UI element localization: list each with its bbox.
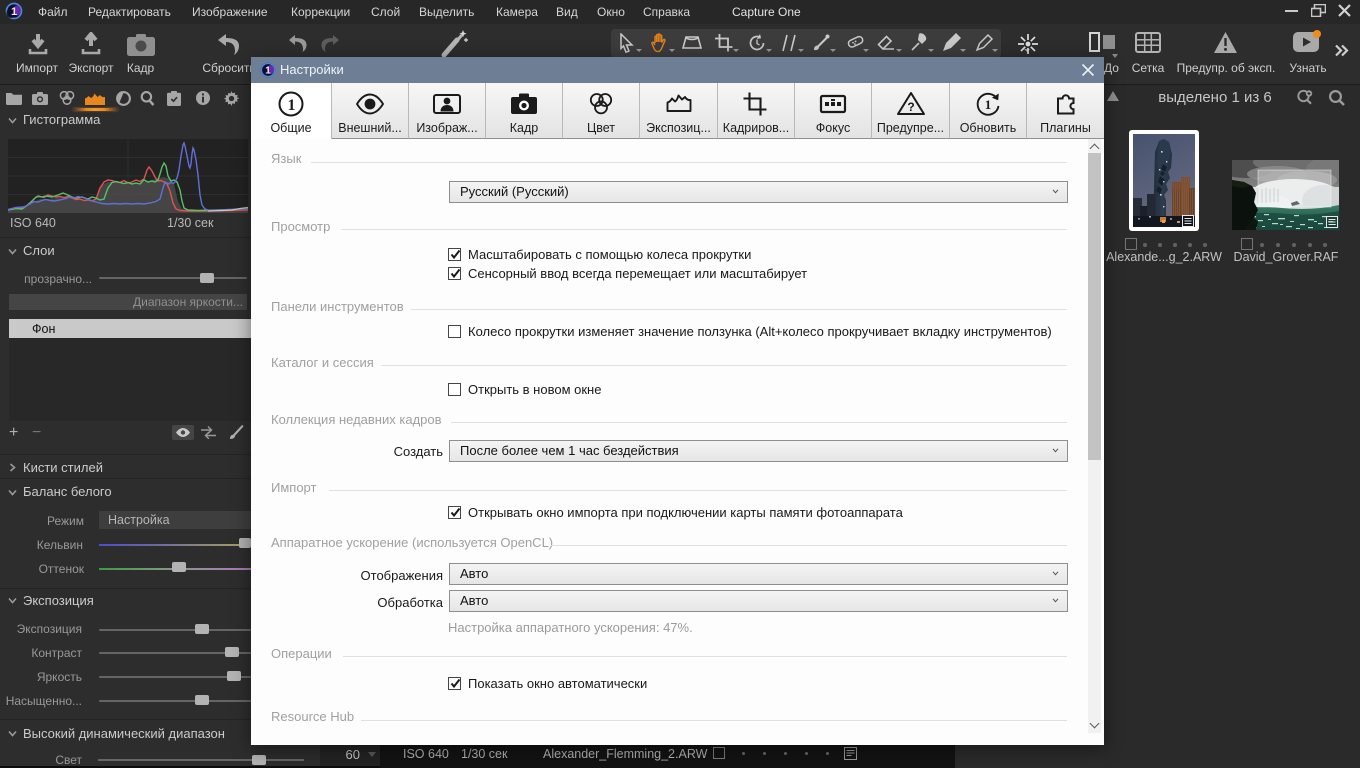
svg-text:1: 1 <box>11 6 17 18</box>
svg-text:1: 1 <box>985 97 992 112</box>
svg-text:1: 1 <box>288 97 296 114</box>
svg-text:?: ? <box>907 100 914 114</box>
svg-text:1: 1 <box>265 66 271 77</box>
